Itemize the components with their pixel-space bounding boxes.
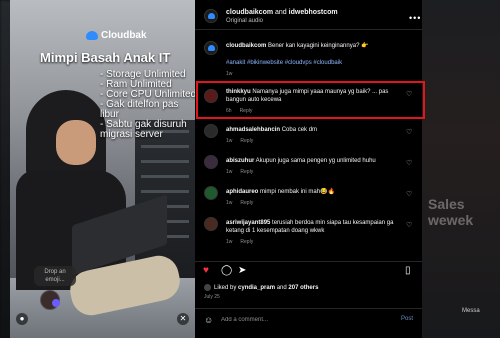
- comment-author[interactable]: aphidaureo: [226, 189, 258, 195]
- caption-body: Bener kan kayagini keinginannya? 👉: [266, 43, 369, 49]
- comments-panel: cloudbaikcom and idwebhostcom Original a…: [195, 0, 422, 338]
- comment-body: Akupun juga sama pengen yg unlimited huh…: [254, 158, 376, 164]
- mute-icon[interactable]: ✕: [177, 313, 189, 325]
- comment-meta: 1w Reply: [226, 200, 261, 206]
- comment-author[interactable]: ahmadsalehbancin: [226, 127, 280, 133]
- bookmark-icon[interactable]: ▯: [405, 266, 411, 276]
- others-link[interactable]: 207 others: [288, 285, 318, 291]
- heart-icon[interactable]: ♥: [203, 266, 209, 276]
- heart-icon[interactable]: ♡: [406, 221, 412, 229]
- comment-text: asriwijayant895 terusiah berdoa min siap…: [226, 219, 401, 235]
- caption-author[interactable]: cloudbaikcom: [226, 43, 266, 49]
- comment-text: ahmadsalehbancin Coba cek dm: [226, 126, 401, 134]
- post-authors: cloudbaikcom and idwebhostcom: [226, 9, 338, 16]
- reply-link[interactable]: Reply: [240, 169, 253, 175]
- liker-link[interactable]: cyndia_pram: [238, 285, 275, 291]
- user-tag-icon[interactable]: ●: [16, 313, 28, 325]
- likes-middle: and: [275, 285, 289, 292]
- likes-prefix: Liked by: [214, 285, 239, 292]
- reply-link[interactable]: Reply: [240, 239, 253, 245]
- caption-hashtags[interactable]: #anakit #bikinwebsite #cloudvps #cloudba…: [226, 60, 342, 66]
- likes-summary: Liked by cyndia_pram and 207 others: [204, 284, 318, 291]
- comment-text: aphidaureo mimpi nembak ini mah😂🔥: [226, 188, 401, 196]
- comment-icon[interactable]: ◯: [221, 266, 232, 276]
- comment-time: 1w: [226, 169, 233, 175]
- post-button[interactable]: Post: [401, 316, 413, 322]
- post-date[interactable]: July 25: [204, 294, 220, 300]
- comment-text: abiszuhur Akupun juga sama pengen yg unl…: [226, 157, 401, 165]
- comment-time: 1w: [226, 138, 233, 144]
- add-comment-bar: ☺ Post: [195, 308, 422, 330]
- share-icon[interactable]: ➤: [238, 266, 246, 276]
- video-title: Mimpi Basah Anak IT: [40, 50, 171, 65]
- brand-name: Cloudbak: [101, 30, 147, 41]
- reaction-badge: [52, 299, 60, 307]
- reply-link[interactable]: Reply: [240, 200, 253, 206]
- comment-input[interactable]: [221, 315, 381, 325]
- authors-connector: and: [273, 9, 289, 16]
- comment-author[interactable]: abiszuhur: [226, 158, 254, 164]
- comment-time: 1w: [226, 239, 233, 245]
- comment-author[interactable]: asriwijayant895: [226, 220, 270, 226]
- emoji-icon[interactable]: ☺: [204, 315, 213, 325]
- drop-emoji-prompt[interactable]: Drop an emoji...: [34, 266, 76, 286]
- liker-avatar: [204, 284, 211, 291]
- highlighted-comment-box: [196, 81, 425, 119]
- reply-link[interactable]: Reply: [240, 138, 253, 144]
- more-icon[interactable]: •••: [409, 13, 421, 23]
- comment-meta: 1w Reply: [226, 138, 261, 144]
- heart-icon[interactable]: ♡: [406, 190, 412, 198]
- comment-meta: 1w Reply: [226, 169, 261, 175]
- comment-meta: 1w Reply: [226, 239, 261, 245]
- author-avatar[interactable]: [204, 9, 218, 23]
- caption-text: cloudbaikcom Bener kan kayagini keingina…: [226, 42, 411, 50]
- comment-time: 1w: [226, 200, 233, 206]
- heart-icon[interactable]: ♡: [406, 128, 412, 136]
- post-header: cloudbaikcom and idwebhostcom Original a…: [195, 0, 422, 30]
- author-link-1[interactable]: cloudbaikcom: [226, 9, 273, 16]
- feature-list: - Storage Unlimited - Ram Unlimited - Co…: [100, 70, 196, 140]
- caption-avatar[interactable]: [204, 41, 218, 55]
- messages-button[interactable]: Messa: [462, 308, 480, 314]
- heart-icon[interactable]: ♡: [406, 159, 412, 167]
- brand-logo: Cloudbak: [86, 30, 147, 41]
- instagram-post-modal: Sales wewek Cloudbak Mimpi Basah Anak IT…: [0, 0, 500, 338]
- commenter-avatar[interactable]: [204, 155, 218, 169]
- commenter-avatar[interactable]: [204, 217, 218, 231]
- post-actions: ♥ ◯ ➤ ▯: [195, 261, 422, 281]
- feature-item: migrasi server: [100, 129, 163, 140]
- caption-time: 1w: [226, 71, 233, 77]
- commenter-avatar[interactable]: [204, 186, 218, 200]
- comment-body: Coba cek dm: [280, 127, 318, 133]
- audio-label[interactable]: Original audio: [226, 18, 263, 24]
- cloud-icon: [86, 31, 98, 40]
- author-link-2[interactable]: idwebhostcom: [289, 9, 338, 16]
- comment-body: mimpi nembak ini mah😂🔥: [258, 189, 335, 195]
- commenter-avatar[interactable]: [204, 124, 218, 138]
